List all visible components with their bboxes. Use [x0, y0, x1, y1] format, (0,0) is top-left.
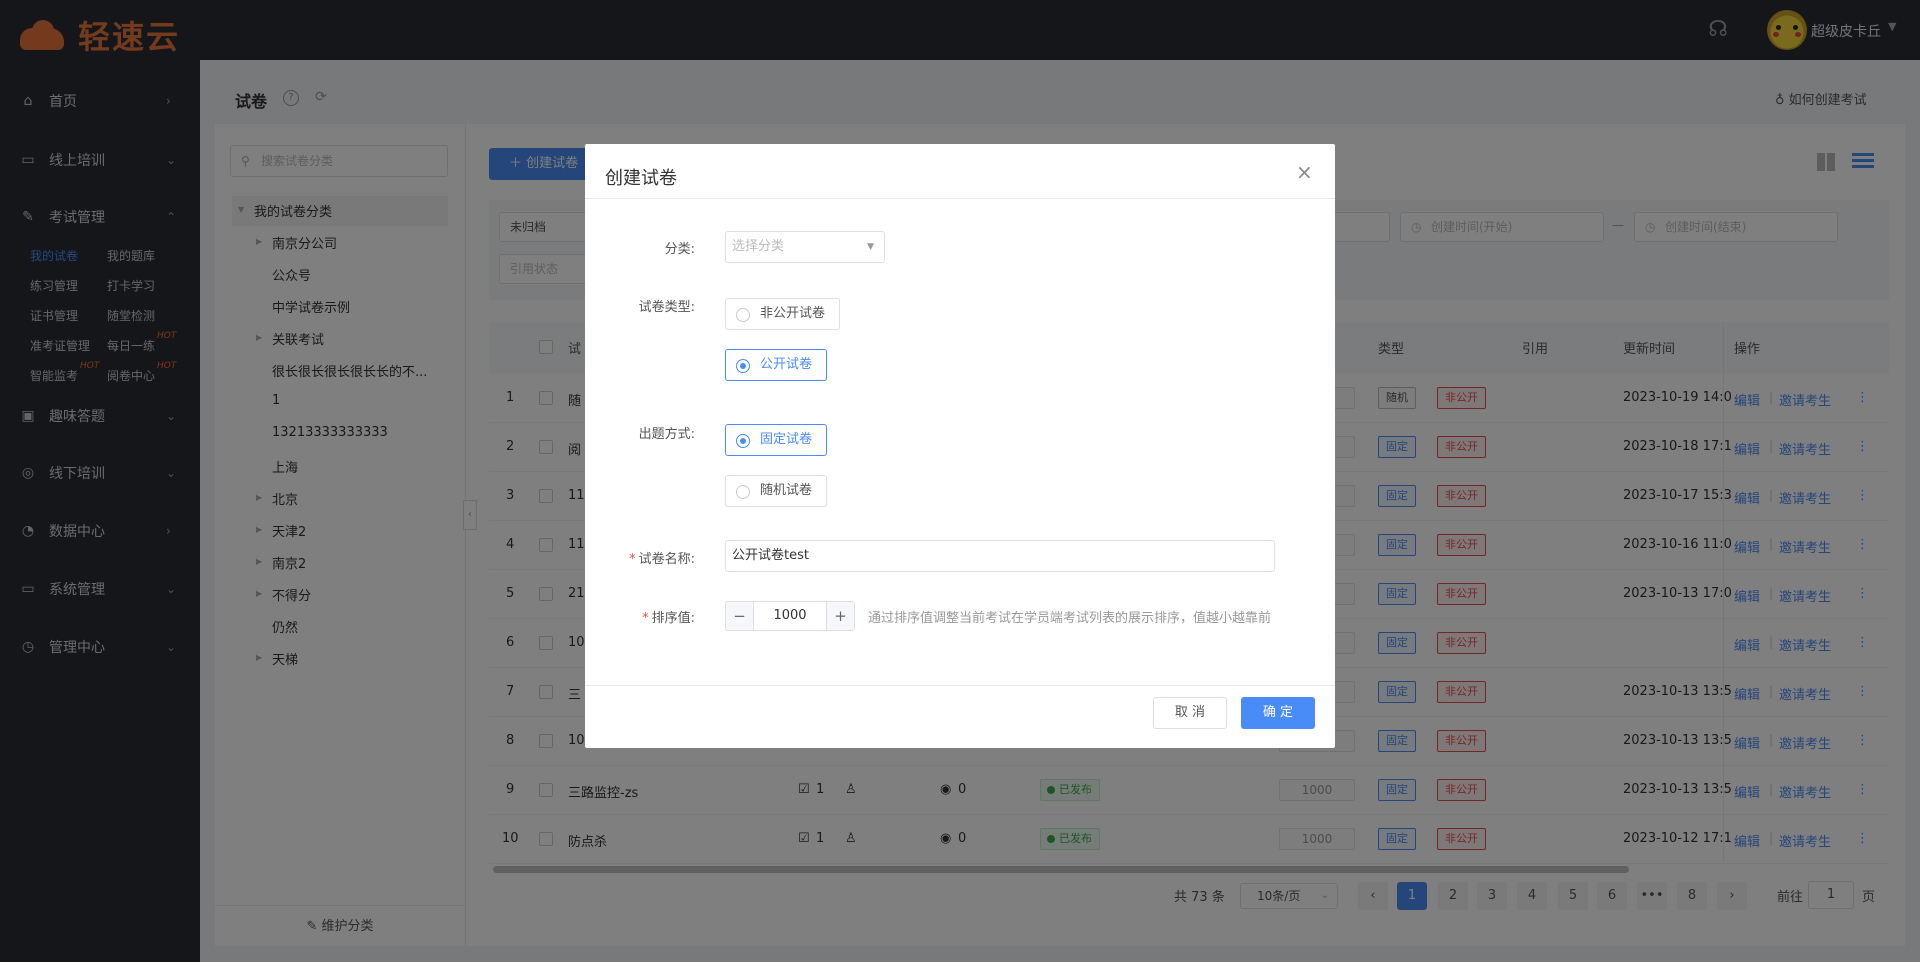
- dialog-footer-divider: [585, 685, 1335, 686]
- radio-label: 随机试卷: [760, 483, 813, 498]
- paper-name-label-text: 试卷名称:: [638, 552, 695, 567]
- minus-icon[interactable]: −: [726, 602, 754, 630]
- sort-hint: 通过排序值调整当前考试在学员端考试列表的展示排序，值越小越靠前: [868, 611, 1272, 626]
- radio-private-paper[interactable]: 非公开试卷: [725, 298, 841, 330]
- create-paper-dialog: 创建试卷 × 分类: 选择分类 ▼ 试卷类型: 非公开试卷 公开试卷 出题方式: …: [585, 144, 1335, 748]
- radio-random-paper[interactable]: 随机试卷: [725, 475, 828, 507]
- paper-name-input[interactable]: 公开试卷test: [725, 540, 1275, 572]
- radio-dot: [736, 359, 750, 373]
- radio-dot: [736, 308, 750, 322]
- caret-down-icon: ▼: [867, 242, 874, 252]
- paper-type-label: 试卷类型:: [638, 300, 695, 315]
- sort-label-text: 排序值:: [651, 611, 695, 626]
- plus-icon[interactable]: +: [826, 602, 854, 630]
- radio-label: 固定试卷: [760, 432, 813, 447]
- confirm-button[interactable]: 确 定: [1241, 697, 1315, 729]
- dialog-header-divider: [585, 198, 1335, 199]
- paper-name-label: * 试卷名称:: [629, 552, 695, 567]
- radio-fixed-paper[interactable]: 固定试卷: [725, 424, 828, 456]
- close-icon[interactable]: ×: [1296, 160, 1313, 184]
- sort-label: * 排序值:: [642, 611, 695, 626]
- radio-label: 非公开试卷: [760, 306, 826, 321]
- cancel-button[interactable]: 取 消: [1153, 697, 1227, 729]
- sort-stepper[interactable]: − 1000 +: [725, 601, 855, 631]
- radio-public-paper[interactable]: 公开试卷: [725, 349, 828, 381]
- category-placeholder: 选择分类: [732, 239, 785, 254]
- sort-value[interactable]: 1000: [754, 602, 826, 630]
- radio-label: 公开试卷: [760, 357, 813, 372]
- mode-label: 出题方式:: [638, 427, 695, 442]
- category-select[interactable]: 选择分类 ▼: [725, 231, 885, 263]
- radio-dot: [736, 485, 750, 499]
- radio-dot: [736, 434, 750, 448]
- category-label: 分类:: [664, 242, 695, 257]
- dialog-title: 创建试卷: [605, 168, 677, 189]
